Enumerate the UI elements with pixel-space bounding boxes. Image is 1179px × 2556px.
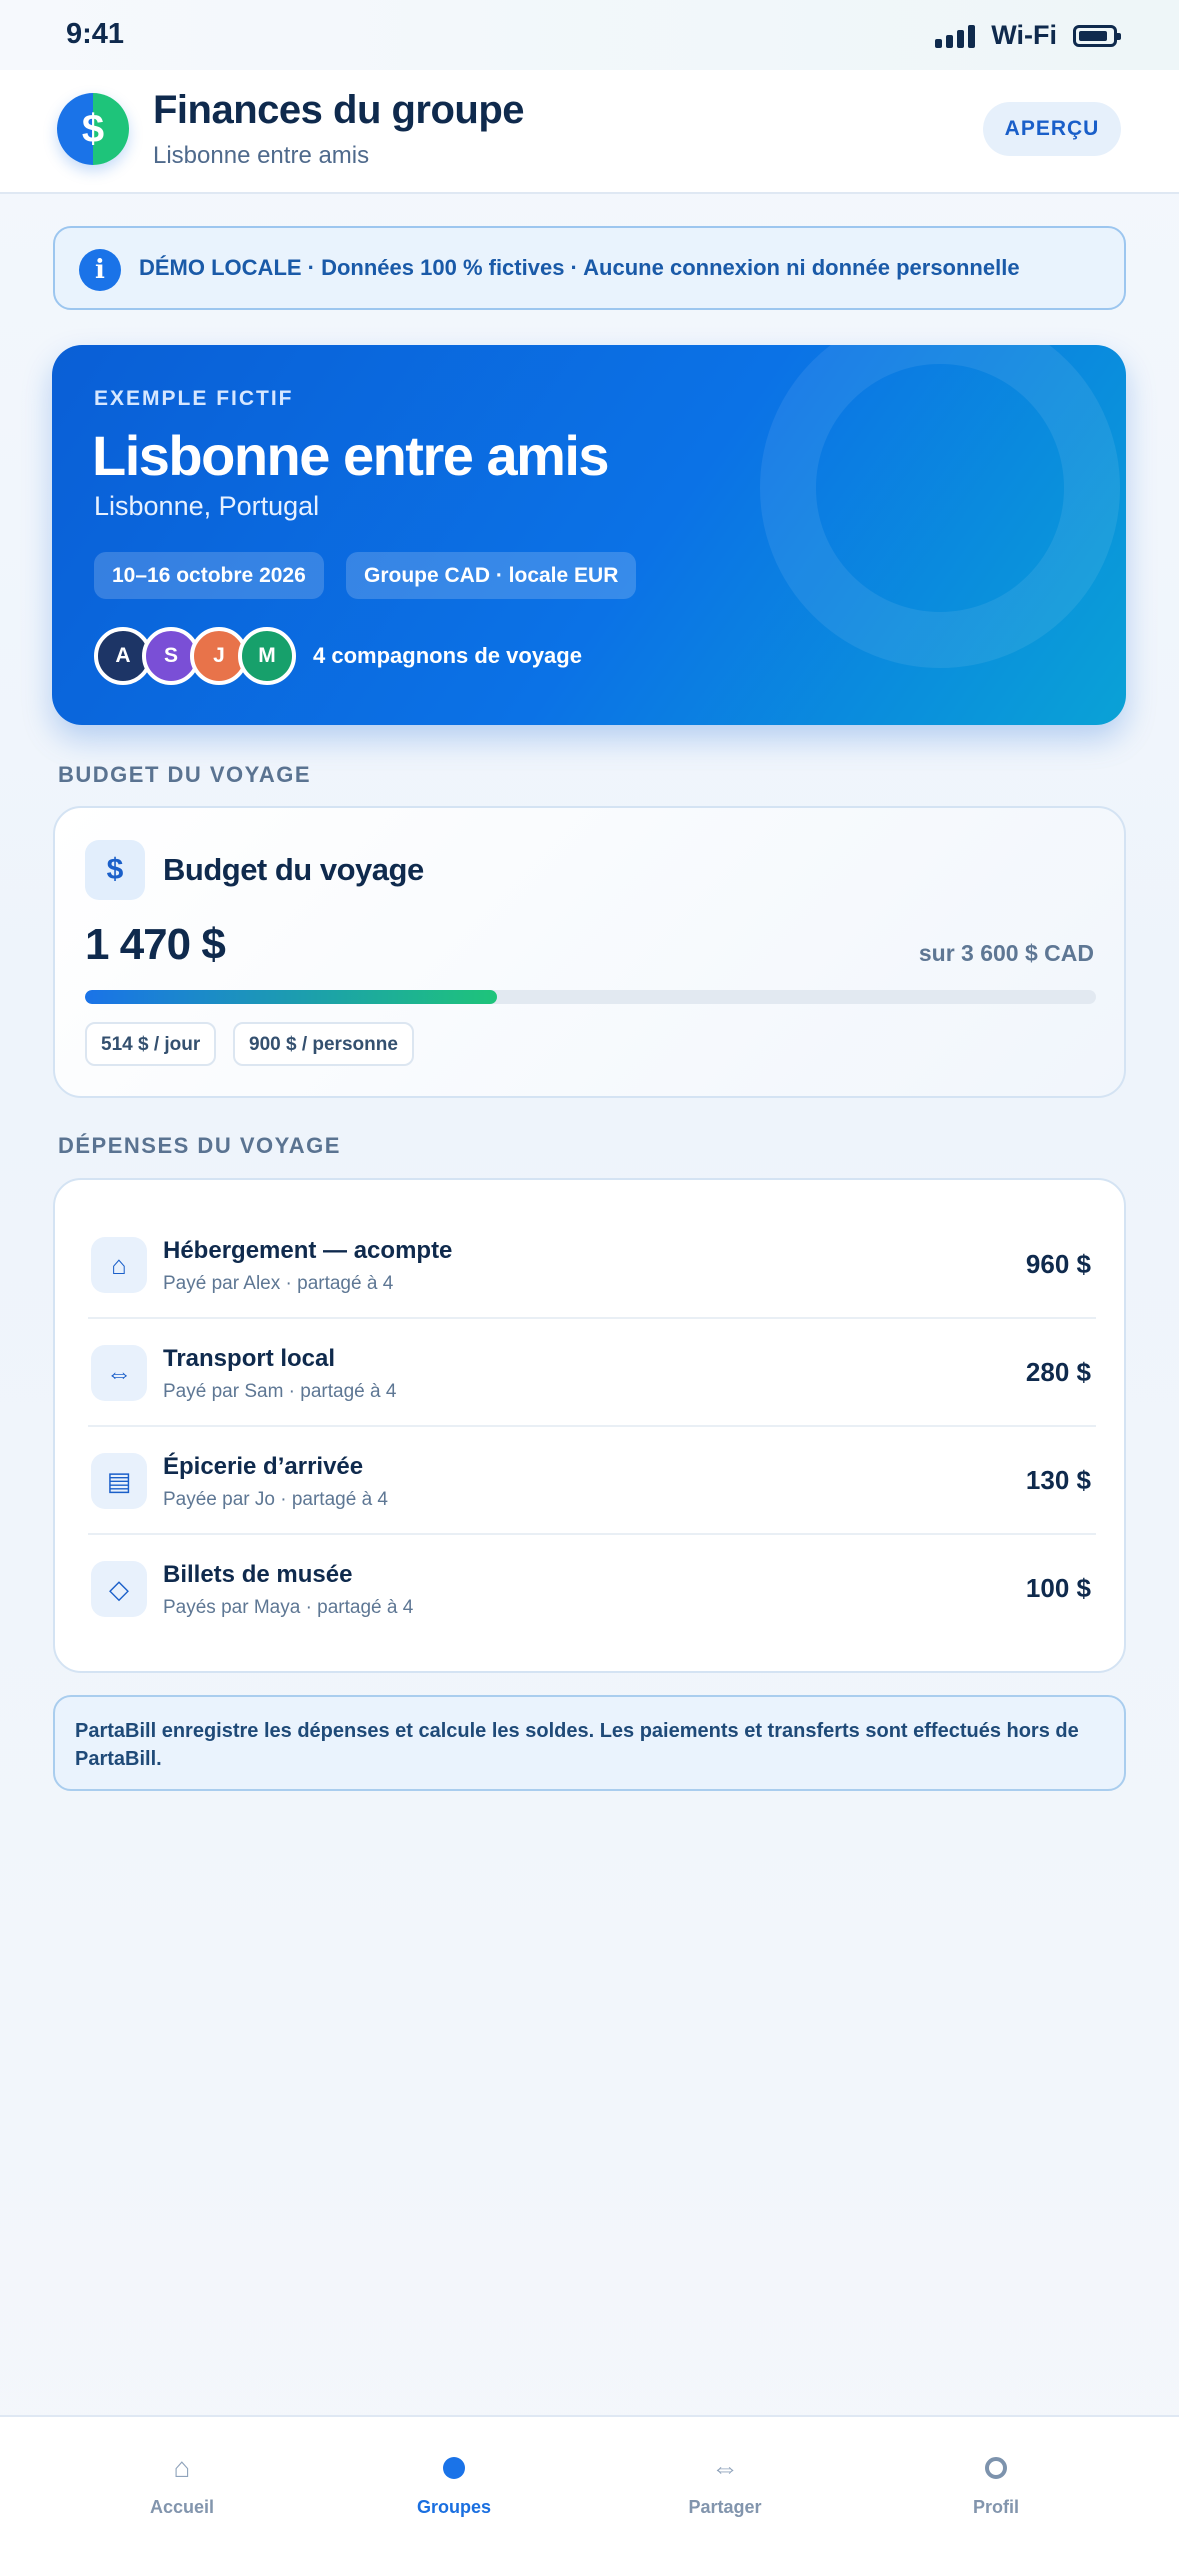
tab-label: Partager <box>688 2497 762 2517</box>
trip-hero-card[interactable]: EXEMPLE FICTIF Lisbonne entre amis Lisbo… <box>52 345 1126 725</box>
budget-progress-bar <box>85 990 1096 1004</box>
expense-amount: 130 $ <box>1025 1465 1091 1495</box>
demo-banner: i DÉMO LOCALE · Données 100 % fictives ·… <box>53 226 1126 310</box>
expenses-card: ⌂ Hébergement — acompte Payé par Alex · … <box>53 1178 1126 1673</box>
status-bar: 9:41 Wi-Fi <box>0 0 1179 70</box>
ticket-icon: ◇ <box>91 1561 147 1617</box>
page-title: Finances du groupe <box>153 88 525 132</box>
expense-meta: Payés par Maya · partagé à 4 <box>163 1597 414 1618</box>
app-screen: 9:41 Wi-Fi $ Finances du groupe Lisbonne… <box>0 0 1179 2556</box>
grocery-icon: ▤ <box>91 1453 147 1509</box>
trip-location: Lisbonne, Portugal <box>94 491 320 521</box>
tab-groupes[interactable]: Groupes <box>354 2417 554 2556</box>
signal-icon <box>935 24 976 48</box>
expense-name: Épicerie d’arrivée <box>163 1453 364 1480</box>
budget-progress-fill <box>85 990 498 1004</box>
expense-meta: Payé par Alex · partagé à 4 <box>163 1273 394 1294</box>
tab-partager[interactable]: ⇔ Partager <box>625 2417 825 2556</box>
list-item[interactable]: ⇔ Transport local Payé par Sam · partagé… <box>88 1319 1096 1427</box>
info-icon: i <box>79 249 121 291</box>
budget-spent: 1 470 $ <box>85 920 226 969</box>
trip-dates-chip: 10–16 octobre 2026 <box>94 552 324 599</box>
budget-card[interactable]: $ Budget du voyage 1 470 $ sur 3 600 $ C… <box>53 806 1126 1098</box>
trip-title: Lisbonne entre amis <box>92 424 610 487</box>
avatar: M <box>238 627 296 685</box>
expense-name: Transport local <box>163 1345 336 1372</box>
expense-meta: Payée par Jo · partagé à 4 <box>163 1489 388 1510</box>
expense-meta: Payé par Sam · partagé à 4 <box>163 1381 397 1402</box>
companions-count: 4 compagnons de voyage <box>313 643 582 668</box>
trip-currency-chip: Groupe CAD · locale EUR <box>346 552 637 599</box>
share-arrows-icon: ⇔ <box>711 2452 739 2483</box>
expenses-section-heading: DÉPENSES DU VOYAGE <box>58 1133 341 1158</box>
trip-eyebrow: EXEMPLE FICTIF <box>94 387 294 410</box>
decorative-ring <box>760 345 1120 668</box>
list-item[interactable]: ▤ Épicerie d’arrivée Payée par Jo · part… <box>88 1427 1096 1535</box>
per-person-chip: 900 $ / personne <box>233 1022 414 1066</box>
transfer-icon: ⇔ <box>91 1345 147 1401</box>
expense-name: Billets de musée <box>163 1561 353 1588</box>
tab-profil[interactable]: Profil <box>896 2417 1096 2556</box>
tab-label: Profil <box>972 2497 1019 2517</box>
profile-ring-icon <box>896 2453 1096 2483</box>
status-time: 9:41 <box>66 18 125 50</box>
bottom-tab-bar: ⌂ Accueil Groupes ⇔ Partager Profil <box>0 2415 1179 2556</box>
expense-amount: 100 $ <box>1025 1573 1091 1603</box>
list-item[interactable]: ◇ Billets de musée Payés par Maya · part… <box>88 1535 1096 1643</box>
tab-accueil[interactable]: ⌂ Accueil <box>82 2417 282 2556</box>
budget-section-heading: BUDGET DU VOYAGE <box>58 762 312 787</box>
page-subtitle: Lisbonne entre amis <box>153 142 370 169</box>
budget-title: Budget du voyage <box>163 852 424 887</box>
per-day-chip: 514 $ / jour <box>85 1022 217 1066</box>
wifi-label: Wi-Fi <box>991 20 1057 50</box>
budget-total: sur 3 600 $ CAD <box>918 940 1094 966</box>
list-item[interactable]: ⌂ Hébergement — acompte Payé par Alex · … <box>88 1211 1096 1319</box>
dollar-logo-icon: $ <box>57 93 129 165</box>
expense-amount: 960 $ <box>1025 1249 1091 1279</box>
demo-banner-text: DÉMO LOCALE · Données 100 % fictives · A… <box>139 255 1020 280</box>
groups-dot-icon <box>354 2453 554 2483</box>
expense-amount: 280 $ <box>1025 1357 1091 1387</box>
dollar-icon: $ <box>85 840 145 900</box>
app-header: $ Finances du groupe Lisbonne entre amis… <box>0 70 1179 194</box>
tab-label: Groupes <box>416 2497 491 2517</box>
battery-icon <box>1073 24 1121 47</box>
expense-name: Hébergement — acompte <box>163 1237 453 1264</box>
disclaimer-note: PartaBill enregistre les dépenses et cal… <box>53 1695 1126 1791</box>
status-indicators: Wi-Fi <box>935 20 1121 51</box>
tab-label: Accueil <box>149 2497 215 2517</box>
home-icon: ⌂ <box>91 1237 147 1293</box>
home-icon: ⌂ <box>173 2452 191 2483</box>
apercu-button[interactable]: APERÇU <box>983 102 1121 156</box>
